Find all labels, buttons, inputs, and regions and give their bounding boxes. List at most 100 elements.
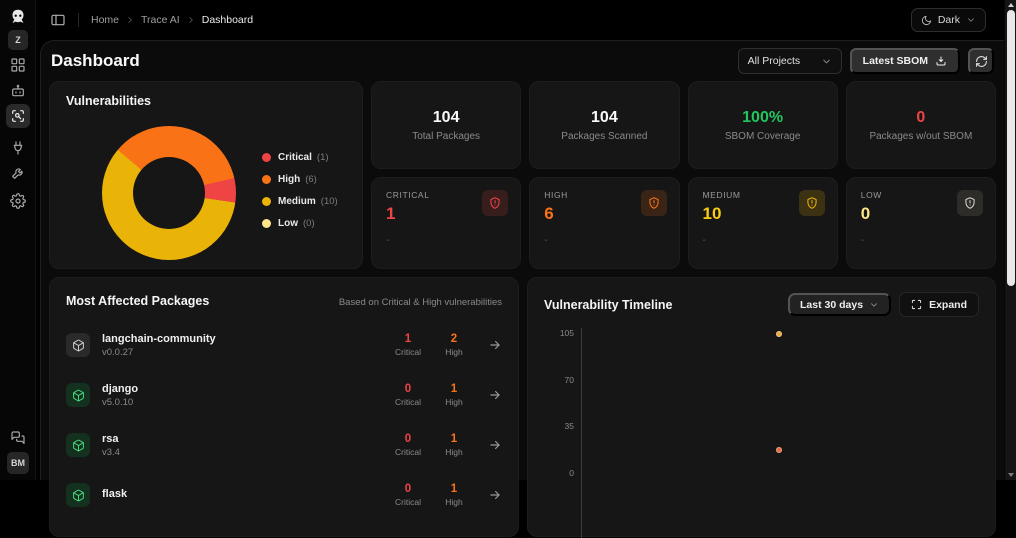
package-row-django[interactable]: django v5.0.10 0 Critical 1 High: [66, 370, 502, 420]
breadcrumb-home[interactable]: Home: [91, 14, 119, 26]
settings-gear-icon: [10, 193, 26, 209]
package-icon: [66, 433, 90, 457]
stat-value: 100%: [742, 108, 784, 126]
legend-label: Medium: [278, 196, 316, 207]
chevron-right-icon: [128, 17, 132, 23]
vulnerability-timeline-card: Vulnerability Timeline Last 30 days Expa…: [527, 277, 996, 538]
shield-alert-icon: [640, 190, 667, 216]
sidebar-item-tools[interactable]: [10, 165, 26, 181]
critical-count-label: Critical: [395, 397, 421, 407]
sidebar-item-assistant[interactable]: [10, 83, 26, 99]
package-version: v3.4: [102, 446, 120, 458]
plug-icon: [13, 141, 23, 155]
vulnerabilities-card: Vulnerabilities Critical (1) High (6) Me…: [49, 81, 363, 269]
shield-alert-icon: [957, 190, 983, 216]
most-affected-title: Most Affected Packages: [66, 294, 210, 308]
critical-count-label: Critical: [395, 447, 421, 457]
legend-count: (6): [305, 174, 317, 185]
sidebar-item-feedback[interactable]: [10, 430, 26, 446]
high-count: 1: [450, 383, 458, 395]
timeline-data-point[interactable]: [776, 447, 783, 454]
donut-legend: Critical (1) High (6) Medium (10) Low (0…: [262, 152, 338, 229]
workspace-switcher[interactable]: Z: [8, 30, 28, 50]
refresh-button[interactable]: [968, 48, 994, 74]
legend-item-high[interactable]: High (6): [262, 174, 338, 185]
severity-note: -: [544, 235, 548, 246]
package-row-flask[interactable]: flask 0 Critical 1 High: [66, 470, 502, 520]
moon-icon: [921, 15, 931, 25]
critical-count-label: Critical: [395, 497, 421, 507]
bot-icon: [12, 84, 24, 97]
most-affected-packages-card: Most Affected Packages Based on Critical…: [49, 277, 519, 537]
critical-count: 0: [404, 433, 412, 445]
package-name: rsa: [102, 432, 119, 445]
arrow-right-icon[interactable]: [488, 338, 502, 352]
stat-card-packages-scanned: 104 Packages Scanned: [529, 81, 680, 169]
latest-sbom-button[interactable]: Latest SBOM: [849, 48, 960, 74]
high-count-label: High: [445, 397, 463, 407]
legend-swatch: [262, 197, 271, 206]
legend-item-critical[interactable]: Critical (1): [262, 152, 338, 163]
package-version: v5.0.10: [102, 396, 134, 408]
sidebar-item-settings[interactable]: [10, 193, 26, 209]
download-icon: [936, 56, 946, 66]
shield-alert-icon: [798, 190, 825, 216]
package-row-langchain-community[interactable]: langchain-community v0.0.27 1 Critical 2 H…: [66, 320, 502, 370]
user-initials: BM: [11, 458, 25, 468]
severity-note: -: [702, 235, 706, 246]
scroll-up-arrow[interactable]: [1008, 3, 1014, 7]
y-axis-tick: 0: [569, 468, 574, 478]
scrollbar-thumb[interactable]: [1007, 10, 1015, 286]
breadcrumb-current: Dashboard: [201, 14, 254, 26]
sidebar-item-integrations[interactable]: [10, 140, 26, 156]
sidebar-item-scans-active[interactable]: [6, 104, 30, 128]
legend-label: High: [278, 174, 301, 185]
panel-left-icon: [51, 14, 65, 26]
legend-label: Low: [278, 218, 298, 229]
sidebar: Z BM: [0, 0, 36, 480]
project-filter-value: All Projects: [747, 55, 801, 67]
package-row-rsa[interactable]: rsa v3.4 0 Critical 1 High: [66, 420, 502, 470]
timeline-data-point[interactable]: [776, 331, 783, 338]
stat-card-sbom-coverage: 100% SBOM Coverage: [687, 81, 838, 169]
breadcrumb-trace-ai[interactable]: Trace AI: [141, 14, 180, 26]
package-icon: [66, 333, 90, 357]
theme-selector-button[interactable]: Dark: [910, 8, 986, 32]
arrow-right-icon[interactable]: [488, 488, 502, 502]
scroll-down-arrow[interactable]: [1008, 473, 1014, 477]
sidebar-item-dashboard[interactable]: [10, 57, 26, 73]
donut-hole: [133, 157, 205, 229]
package-name: flask: [102, 488, 128, 500]
arrow-right-icon[interactable]: [488, 388, 502, 402]
vulnerability-donut[interactable]: [102, 126, 236, 260]
most-affected-subtitle: Based on Critical & High vulnerabilities: [338, 297, 502, 308]
sidebar-toggle-button[interactable]: [50, 12, 66, 28]
critical-count-label: Critical: [395, 347, 421, 357]
user-avatar[interactable]: BM: [7, 452, 29, 474]
legend-swatch: [262, 219, 271, 228]
y-axis-tick: 105: [559, 328, 574, 338]
app-logo-icon[interactable]: [7, 7, 29, 29]
y-axis-tick: 70: [564, 374, 574, 385]
legend-item-medium[interactable]: Medium (10): [262, 196, 338, 207]
stat-card-total-packages: 104 Total Packages: [371, 81, 522, 169]
main-content: Dashboard All Projects Latest SBOM Vulne…: [40, 40, 1004, 538]
package-name: langchain-community: [102, 332, 216, 345]
chevron-right-icon: [189, 17, 193, 23]
legend-item-low[interactable]: Low (0): [262, 218, 338, 229]
severity-card-high: HIGH 6 -: [529, 177, 680, 269]
y-axis-tick: 35: [564, 421, 574, 432]
package-list: langchain-community v0.0.27 1 Critical 2 H…: [66, 320, 502, 520]
y-axis-line: [581, 328, 582, 538]
breadcrumb: Home Trace AI Dashboard: [91, 14, 253, 26]
arrow-right-icon[interactable]: [488, 438, 502, 452]
latest-sbom-label: Latest SBOM: [862, 55, 928, 67]
legend-swatch: [262, 153, 271, 162]
project-filter-select[interactable]: All Projects: [737, 48, 842, 74]
stat-card-packages-without-sbom: 0 Packages w/out SBOM: [845, 81, 996, 169]
stat-label: SBOM Coverage: [724, 130, 801, 142]
vertical-scrollbar[interactable]: [1004, 0, 1016, 480]
shield-alert-icon: [482, 190, 509, 216]
critical-count: 1: [404, 333, 412, 345]
divider: [78, 13, 79, 27]
